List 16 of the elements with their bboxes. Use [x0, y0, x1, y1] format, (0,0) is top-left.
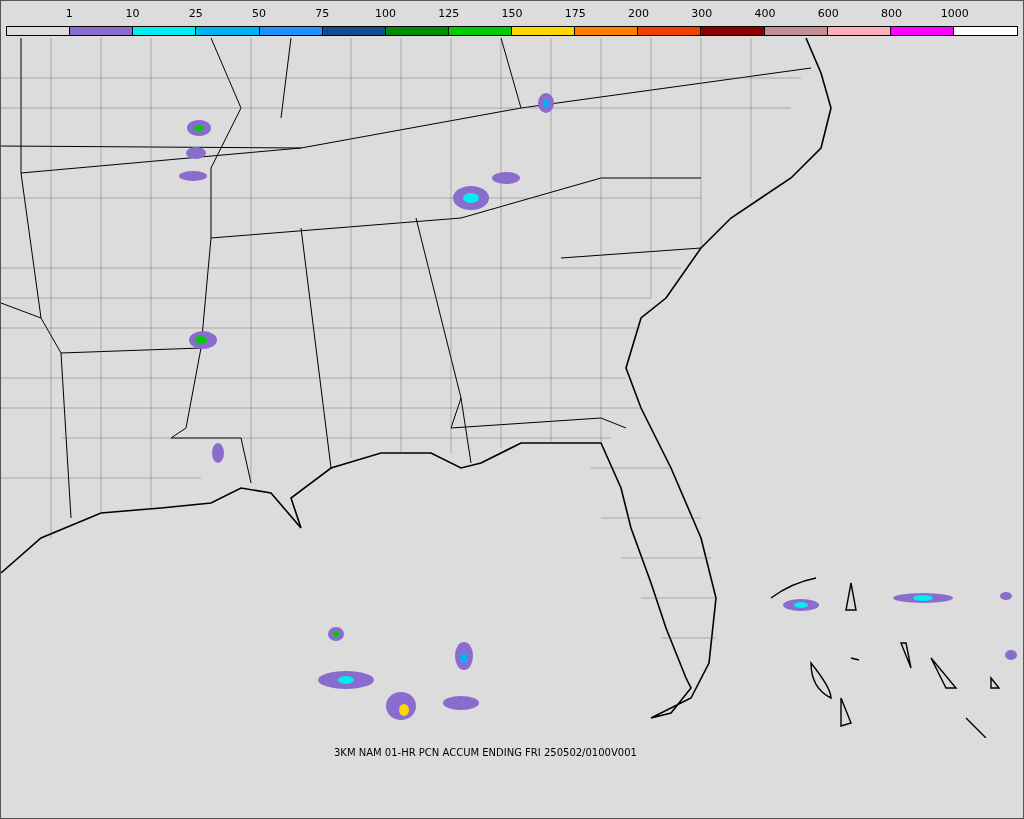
legend-label: 1: [65, 7, 73, 22]
legend-label: 125: [438, 7, 460, 22]
map-caption: 3KM NAM 01-HR PCN ACCUM ENDING FRI 250502/0100V001: [334, 747, 637, 758]
legend-label: 200: [628, 7, 649, 22]
legend-label: 800: [881, 7, 902, 22]
legend-label: 150: [501, 7, 523, 22]
legend-label: 100: [375, 7, 396, 22]
legend-label: 300: [691, 7, 713, 22]
legend-label: 1000: [940, 7, 969, 22]
legend-label: 400: [754, 7, 776, 22]
legend-label: 75: [315, 7, 330, 22]
legend-label: 50: [252, 7, 266, 22]
legend-label: 10: [125, 7, 140, 22]
legend-label: 600: [817, 7, 839, 22]
legend-label: 175: [564, 7, 586, 22]
legend-label: 25: [188, 7, 203, 22]
